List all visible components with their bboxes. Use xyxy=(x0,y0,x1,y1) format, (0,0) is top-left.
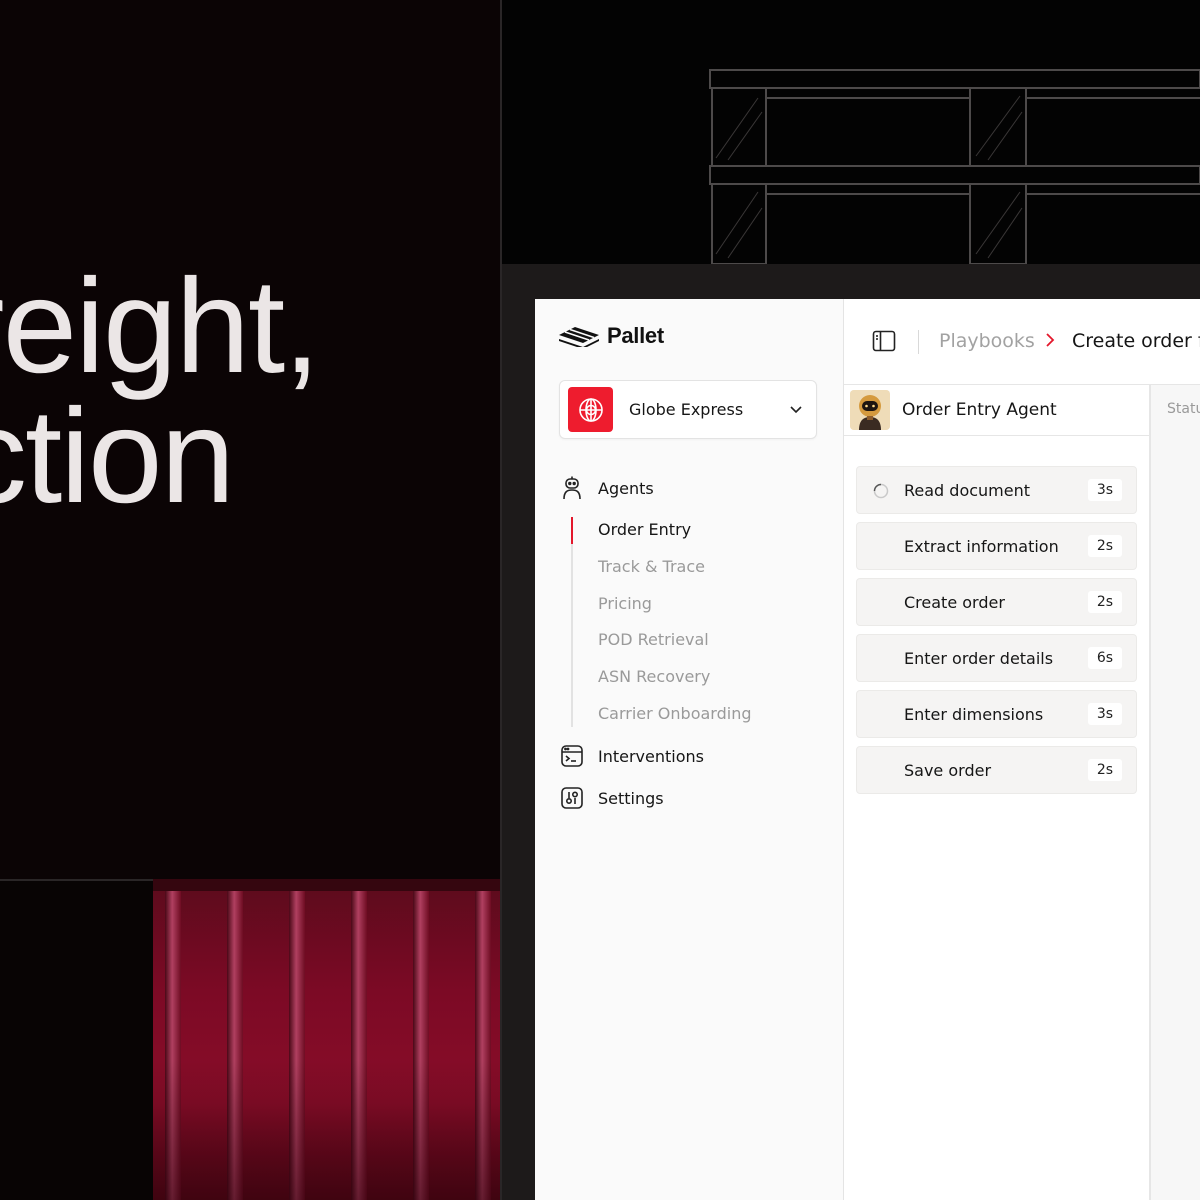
loading-spinner-icon xyxy=(873,483,889,503)
sidebar-subitem-track-trace[interactable]: Track & Trace xyxy=(598,556,705,578)
sidebar-subitem-order-entry[interactable]: Order Entry xyxy=(598,519,691,541)
subnav-active-indicator xyxy=(571,517,573,544)
breadcrumb-current: Create order fr xyxy=(1072,330,1200,352)
step-name: Read document xyxy=(904,480,1031,500)
shipping-container-illustration xyxy=(153,879,500,1200)
breadcrumb-divider xyxy=(918,330,919,354)
sidebar-subitem-carrier-onboarding[interactable]: Carrier Onboarding xyxy=(598,703,751,725)
step-read-document[interactable]: Read document 3s xyxy=(856,466,1137,514)
step-name: Enter dimensions xyxy=(904,704,1044,724)
chevron-down-icon xyxy=(790,405,802,414)
step-duration: 3s xyxy=(1088,479,1122,501)
pallet-logo-icon xyxy=(559,327,599,347)
chevron-right-icon xyxy=(1045,332,1055,352)
step-duration: 3s xyxy=(1088,703,1122,725)
robot-icon xyxy=(559,475,585,501)
sidebar-item-agents[interactable]: Agents xyxy=(559,474,654,502)
step-create-order[interactable]: Create order 2s xyxy=(856,578,1137,626)
sidebar-subitem-asn-recovery[interactable]: ASN Recovery xyxy=(598,666,710,688)
step-save-order[interactable]: Save order 2s xyxy=(856,746,1137,794)
globe-icon xyxy=(568,387,613,432)
breadcrumb-playbooks[interactable]: Playbooks xyxy=(939,330,1035,352)
step-duration: 2s xyxy=(1088,759,1122,781)
pallet-illustration xyxy=(709,69,1200,264)
agent-header: Order Entry Agent xyxy=(844,385,1150,436)
sidebar-item-label: Settings xyxy=(598,788,664,808)
agent-steps-panel: Read document 3s Extract information 2s … xyxy=(844,436,1150,1200)
sidebar-item-label: Agents xyxy=(598,478,654,498)
top-bar: Playbooks Create order fr xyxy=(844,299,1200,385)
sidebar-item-interventions[interactable]: Interventions xyxy=(559,742,704,770)
step-extract-information[interactable]: Extract information 2s xyxy=(856,522,1137,570)
step-name: Extract information xyxy=(904,536,1059,556)
settings-sliders-icon xyxy=(559,785,585,811)
subnav-rail xyxy=(571,517,573,727)
step-duration: 2s xyxy=(1088,535,1122,557)
status-column-header: Statu xyxy=(1167,401,1200,417)
sidebar-subitem-pricing[interactable]: Pricing xyxy=(598,593,652,615)
sidebar-item-label: Interventions xyxy=(598,746,704,766)
step-name: Save order xyxy=(904,760,992,780)
sidebar: Pallet Globe Express Agents Order Entry … xyxy=(535,299,844,1200)
step-duration: 2s xyxy=(1088,591,1122,613)
status-column: Statu xyxy=(1150,385,1200,1200)
sidebar-toggle-icon[interactable] xyxy=(872,330,896,356)
sidebar-subitem-pod-retrieval[interactable]: POD Retrieval xyxy=(598,629,709,651)
org-switcher[interactable]: Globe Express xyxy=(559,380,817,439)
brand-name: Pallet xyxy=(607,323,664,348)
step-enter-order-details[interactable]: Enter order details 6s xyxy=(856,634,1137,682)
agent-avatar xyxy=(850,390,890,430)
hero-headline: reight, ction xyxy=(0,252,320,531)
step-name: Enter order details xyxy=(904,648,1054,668)
org-name: Globe Express xyxy=(629,400,744,419)
sidebar-item-settings[interactable]: Settings xyxy=(559,784,664,812)
terminal-window-icon xyxy=(559,743,585,769)
app-window: Pallet Globe Express Agents Order Entry … xyxy=(535,299,1200,1200)
step-name: Create order xyxy=(904,592,1005,612)
step-enter-dimensions[interactable]: Enter dimensions 3s xyxy=(856,690,1137,738)
agent-name: Order Entry Agent xyxy=(902,400,1057,420)
step-duration: 6s xyxy=(1088,647,1122,669)
brand-logo[interactable]: Pallet xyxy=(559,321,664,351)
